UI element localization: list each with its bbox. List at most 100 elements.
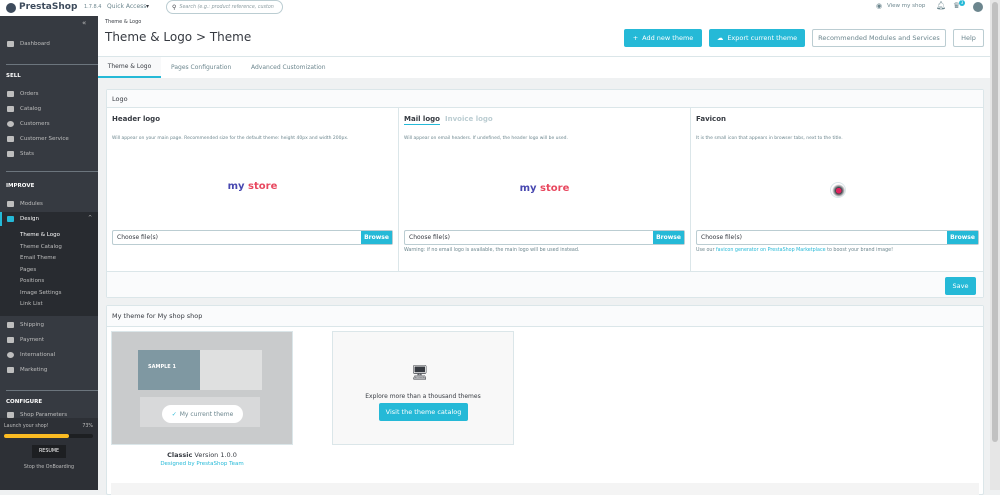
recommended-modules-button[interactable]: Recommended Modules and Services [812,29,946,47]
desktop-icon [7,216,14,222]
user-avatar-icon[interactable] [973,2,983,12]
sidebar-item-shop-parameters[interactable]: Shop Parameters [0,411,98,418]
label: Orders [20,91,39,97]
sidebar-item-dashboard[interactable]: Dashboard [0,37,98,51]
divider [6,390,98,391]
chat-icon [7,136,14,142]
header-logo-title: Header logo [112,115,161,123]
submenu-image-settings[interactable]: Image Settings [20,290,62,296]
puzzle-icon [7,201,14,207]
tabs: Theme & Logo Pages Configuration Advance… [98,56,990,78]
tab-advanced-customization[interactable]: Advanced Customization [251,64,326,71]
sidebar-item-marketing[interactable]: Marketing [0,363,98,377]
submenu-link-list[interactable]: Link List [20,301,43,307]
tab-pages-configuration[interactable]: Pages Configuration [171,64,231,71]
sidebar-item-design[interactable]: Design [0,212,98,226]
submenu-theme-catalog[interactable]: Theme Catalog [20,244,62,250]
label: Shop Parameters [20,411,68,418]
sidebar-item-stats[interactable]: Stats [0,147,98,161]
header-logo-file-input[interactable]: Choose file(s) Browse [112,230,393,245]
favicon-desc: It is the small icon that appears in bro… [696,136,843,141]
sidebar-item-modules[interactable]: Modules [0,197,98,211]
breadcrumb[interactable]: Theme & Logo [105,19,141,25]
header-logo-image: my store [227,181,278,192]
label: Stats [20,151,35,157]
placeholder: Choose file(s) [701,234,743,241]
sidebar-item-orders[interactable]: Orders [0,87,98,101]
panel-title: My theme for My shop shop [107,306,983,327]
theme-preview-image: SAMPLE 1 ✓ My current theme [111,331,293,445]
bell-icon[interactable]: 🔔︎ [936,1,946,10]
truck-icon [7,322,14,328]
tab-theme-logo[interactable]: Theme & Logo [98,57,161,78]
stop-onboarding-link[interactable]: Stop the OnBoarding [0,465,98,470]
tab-invoice-logo[interactable]: Invoice logo [445,115,493,123]
save-button[interactable]: Save [945,277,976,295]
sidebar-item-shipping[interactable]: Shipping [0,318,98,332]
submenu-pages[interactable]: Pages [20,267,36,273]
mail-logo-file-input[interactable]: Choose file(s) Browse [404,230,685,245]
onboarding-box: Launch your shop! 73% RESUME Stop the On… [0,418,98,490]
scrollbar-thumb[interactable] [992,2,998,442]
view-my-shop-link[interactable]: View my shop [887,3,925,9]
section-improve: IMPROVE [6,183,35,189]
tab-mail-logo[interactable]: Mail logo [404,115,440,125]
quick-access-dropdown[interactable]: Quick Access [107,3,146,10]
favicon-file-input[interactable]: Choose file(s) Browse [696,230,979,245]
submenu-positions[interactable]: Positions [20,278,44,284]
cloud-upload-icon: ☁ [716,34,724,42]
placeholder: Choose file(s) [117,234,159,241]
sidebar-item-customer-service[interactable]: Customer Service [0,132,98,146]
sidebar-item-catalog[interactable]: Catalog [0,102,98,116]
theme-name: Classic Version 1.0.0 [167,451,237,459]
help-button[interactable]: Help [953,29,984,47]
label: Payment [20,337,45,343]
globe-icon [7,352,14,358]
explore-text: Explore more than a thousand themes [365,393,481,400]
label: Customer Service [20,136,69,142]
scrollbar[interactable] [990,0,1000,490]
progress-fill [4,434,69,438]
export-theme-button[interactable]: ☁ Export current theme [709,29,805,47]
search-input[interactable]: ⚲ Search (e.g.: product reference, custo… [166,0,283,14]
favicon-generator-link[interactable]: favicon generator on PrestaShop Marketpl… [716,248,826,253]
submenu-theme-logo[interactable]: Theme & Logo [20,232,60,238]
basket-icon [7,91,14,97]
designer-link[interactable]: Designed by PrestaShop Team [111,461,293,467]
eye-icon: ◉ [876,2,883,10]
mail-logo-warning: Warning: if no email logo is available, … [404,248,580,253]
label: Export current theme [727,34,798,42]
collapse-sidebar-icon[interactable]: « [82,19,86,27]
label: Customers [20,121,50,127]
sidebar-item-payment[interactable]: Payment [0,333,98,347]
browse-button[interactable]: Browse [947,231,978,244]
gear-icon [7,411,14,418]
label: Marketing [20,367,48,373]
favicon-image [830,182,846,198]
design-submenu: Design ^ Theme & Logo Theme Catalog Emai… [0,212,98,316]
trend-icon [7,41,14,47]
label: Modules [20,201,43,207]
sidebar-item-international[interactable]: International [0,348,98,362]
add-new-theme-button[interactable]: + Add new theme [624,29,702,47]
placeholder: Choose file(s) [409,234,451,241]
label: Shipping [20,322,44,328]
submenu-email-theme[interactable]: Email Theme [20,255,56,261]
preview-sample-text: SAMPLE 1 [148,364,176,370]
devices-icon: 🖥︎ [411,365,429,381]
panel-footer: Save [107,271,983,297]
divider [6,171,98,172]
mail-logo-column: Mail logo Invoice logo Will appear on em… [399,108,691,271]
preview-plant [200,350,262,390]
resume-button[interactable]: RESUME [32,445,66,458]
visit-theme-catalog-button[interactable]: Visit the theme catalog [379,403,468,421]
browse-button[interactable]: Browse [361,231,392,244]
prestashop-logo-icon [6,3,16,13]
browse-button[interactable]: Browse [653,231,684,244]
sidebar-item-customers[interactable]: Customers [0,117,98,131]
section-sell: SELL [6,73,21,79]
panel-title: Logo [107,90,983,108]
search-placeholder: Search (e.g.: product reference, custon [179,4,274,10]
logo-panel: Logo Header logo Will appear on your mai… [106,89,984,298]
theme-catalog-box: 🖥︎ Explore more than a thousand themes V… [332,331,514,445]
